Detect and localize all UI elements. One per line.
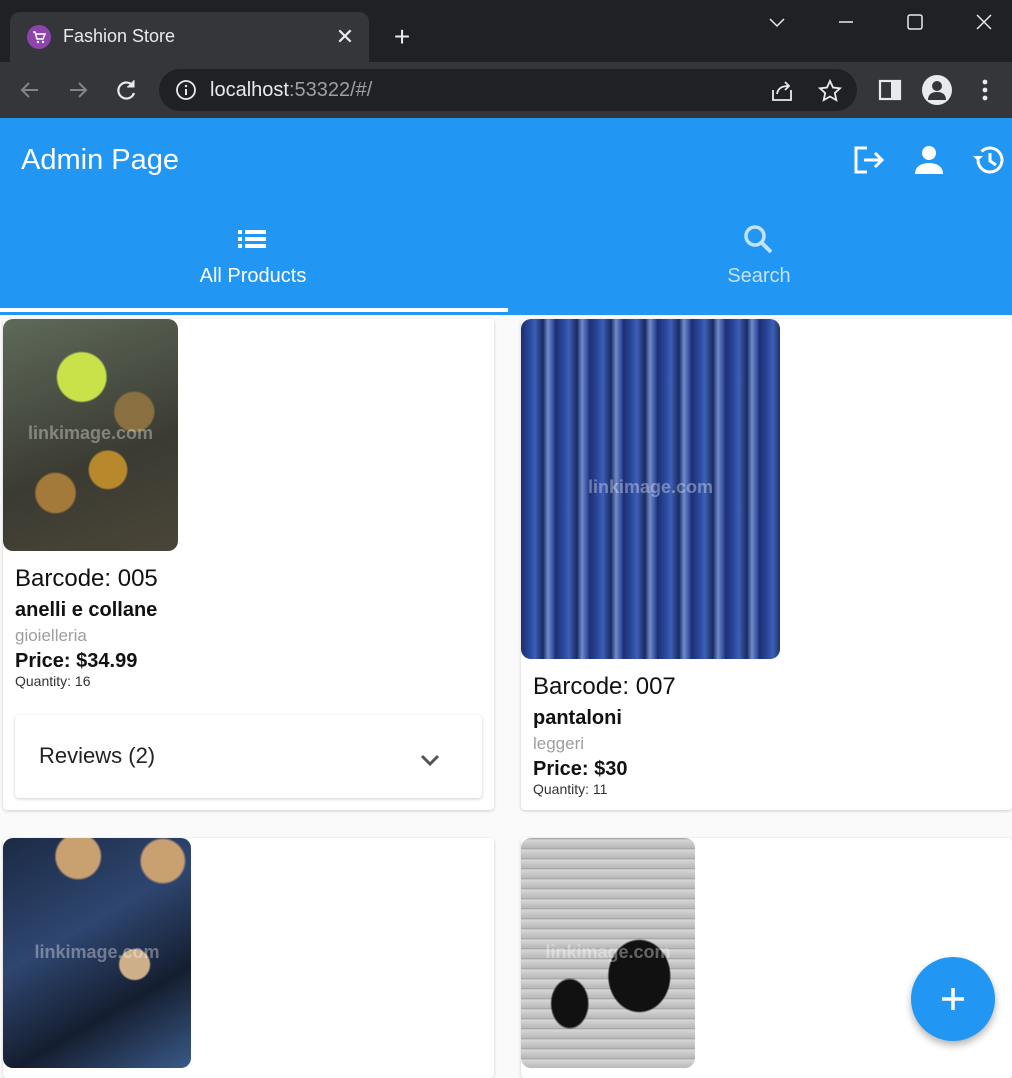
- person-icon[interactable]: [911, 142, 947, 178]
- profile-avatar-icon[interactable]: [922, 75, 952, 105]
- product-category: gioielleria: [15, 626, 87, 645]
- browser-titlebar: Fashion Store ✕ +: [0, 0, 1012, 62]
- tab-title: Fashion Store: [63, 26, 176, 46]
- forward-icon[interactable]: [64, 76, 92, 104]
- watermark: linkimage.com: [545, 942, 671, 962]
- product-image: linkimage.com: [521, 319, 780, 659]
- add-product-button[interactable]: [911, 957, 995, 1041]
- product-quantity: Quantity: 16: [15, 673, 91, 689]
- product-card[interactable]: linkimage.com: [3, 838, 494, 1078]
- watermark: linkimage.com: [587, 477, 714, 497]
- product-image: linkimage.com: [3, 838, 191, 1068]
- product-card[interactable]: linkimage.com Barcode: 005 anelli e coll…: [3, 319, 494, 810]
- product-category: leggeri: [533, 734, 585, 753]
- list-icon: [234, 221, 270, 262]
- product-quantity: Quantity: 11: [533, 781, 608, 797]
- tab-search-chevron-icon[interactable]: [762, 8, 792, 38]
- address-bar[interactable]: localhost:53322/#/: [159, 69, 857, 111]
- browser-menu-icon[interactable]: [978, 76, 992, 109]
- logout-icon[interactable]: [851, 142, 887, 178]
- watermark: linkimage.com: [34, 942, 160, 962]
- product-barcode: Barcode: 007: [533, 673, 676, 700]
- product-card[interactable]: linkimage.com: [521, 838, 1012, 1078]
- minimize-icon[interactable]: [831, 8, 861, 38]
- product-name: pantaloni: [533, 707, 622, 729]
- tab-all-products[interactable]: All Products: [0, 213, 506, 315]
- side-panel-icon[interactable]: [877, 77, 903, 108]
- browser-toolbar: localhost:53322/#/: [0, 62, 1012, 118]
- chevron-down-icon: [415, 745, 445, 780]
- back-icon[interactable]: [16, 76, 44, 104]
- reviews-label: Reviews (2): [39, 743, 156, 768]
- new-tab-icon[interactable]: +: [388, 23, 416, 51]
- product-image: linkimage.com: [3, 319, 178, 551]
- product-price: Price: $30: [533, 758, 628, 780]
- reload-icon[interactable]: [112, 76, 140, 104]
- tab-search[interactable]: Search: [506, 213, 1012, 315]
- maximize-icon[interactable]: [900, 8, 930, 38]
- product-barcode: Barcode: 005: [15, 565, 158, 592]
- tab-label: All Products: [199, 265, 307, 287]
- history-icon[interactable]: [971, 142, 1007, 178]
- reviews-expander[interactable]: Reviews (2): [15, 715, 482, 798]
- search-icon: [740, 221, 776, 262]
- watermark: linkimage.com: [27, 423, 154, 443]
- share-icon[interactable]: [769, 78, 795, 109]
- product-name: anelli e collane: [15, 599, 158, 621]
- shopping-cart-icon: [27, 25, 51, 49]
- page-title: Admin Page: [21, 144, 179, 176]
- product-card[interactable]: linkimage.com Barcode: 007 pantaloni leg…: [521, 319, 1012, 810]
- tab-close-icon[interactable]: ✕: [333, 25, 357, 49]
- plus-icon: [942, 988, 964, 1010]
- site-info-icon[interactable]: [175, 79, 197, 106]
- tab-label: Search: [727, 265, 791, 287]
- tab-indicator: [0, 308, 508, 312]
- product-price: Price: $34.99: [15, 650, 138, 672]
- url-text: localhost:53322/#/: [210, 79, 373, 101]
- browser-tab[interactable]: Fashion Store ✕: [10, 12, 369, 62]
- product-image: linkimage.com: [521, 838, 695, 1068]
- bookmark-star-icon[interactable]: [817, 78, 843, 109]
- app-bar: Admin Page All Products Search: [0, 118, 1012, 315]
- window-close-icon[interactable]: [969, 8, 999, 38]
